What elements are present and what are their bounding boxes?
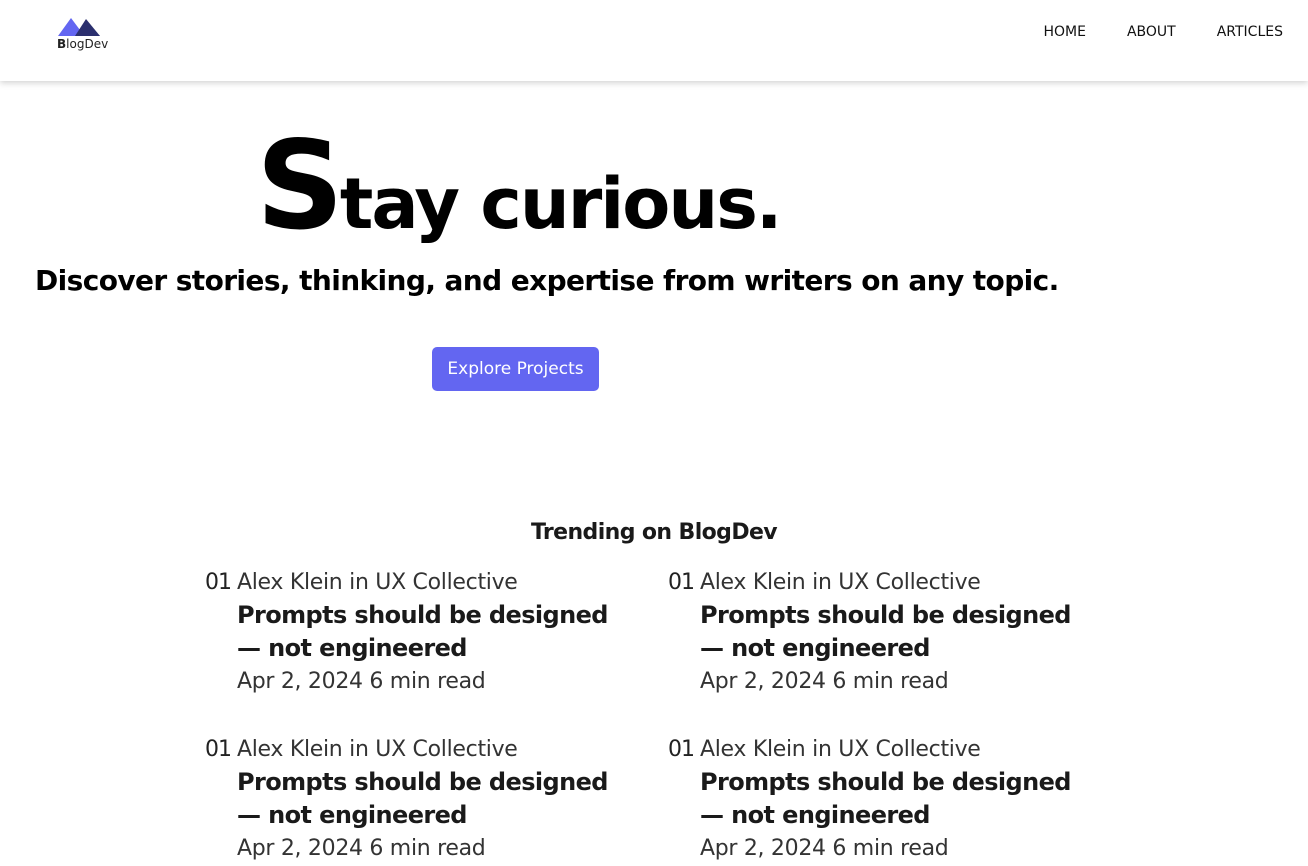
nav-home[interactable]: HOME (1043, 24, 1085, 40)
article-meta: Apr 2, 2024 6 min read (700, 669, 949, 694)
article-author[interactable]: Alex Klein in UX Collective (700, 733, 1120, 766)
article-meta: Apr 2, 2024 6 min read (237, 836, 486, 861)
trending-heading: Trending on BlogDev (530, 520, 778, 545)
article-title[interactable]: Prompts should be designed — not enginee… (700, 599, 1100, 665)
article-author[interactable]: Alex Klein in UX Collective (237, 733, 657, 766)
hero-title: Stay curious. (256, 125, 783, 247)
hero-subtitle: Discover stories, thinking, and expertis… (35, 264, 1059, 297)
hero-title-initial: S (256, 115, 344, 257)
explore-projects-button[interactable]: Explore Projects (432, 347, 599, 391)
article-meta: Apr 2, 2024 6 min read (700, 836, 949, 861)
article-author[interactable]: Alex Klein in UX Collective (700, 566, 1120, 599)
logo-text: BlogDev (57, 37, 109, 51)
article-rank: 01 (205, 570, 232, 595)
site-header: BlogDev HOME ABOUT ARTICLES (0, 0, 1308, 81)
article-title[interactable]: Prompts should be designed — not enginee… (237, 599, 637, 665)
main-nav: HOME ABOUT ARTICLES (1043, 24, 1283, 40)
nav-articles[interactable]: ARTICLES (1217, 24, 1283, 40)
article-title[interactable]: Prompts should be designed — not enginee… (700, 766, 1100, 832)
nav-about[interactable]: ABOUT (1127, 24, 1176, 40)
logo[interactable]: BlogDev (56, 14, 120, 54)
trending-article-card[interactable]: 01 Alex Klein in UX Collective Prompts s… (668, 566, 1131, 699)
trending-article-card[interactable]: 01 Alex Klein in UX Collective Prompts s… (205, 733, 668, 866)
trending-article-card[interactable]: 01 Alex Klein in UX Collective Prompts s… (205, 566, 668, 699)
hero-title-rest: tay curious. (339, 163, 783, 245)
article-meta: Apr 2, 2024 6 min read (237, 669, 486, 694)
article-author[interactable]: Alex Klein in UX Collective (237, 566, 657, 599)
trending-list: 01 Alex Klein in UX Collective Prompts s… (205, 566, 1145, 866)
article-rank: 01 (205, 737, 232, 762)
article-rank: 01 (668, 570, 695, 595)
article-rank: 01 (668, 737, 695, 762)
trending-article-card[interactable]: 01 Alex Klein in UX Collective Prompts s… (668, 733, 1131, 866)
article-title[interactable]: Prompts should be designed — not enginee… (237, 766, 637, 832)
mountain-logo-icon (58, 18, 100, 36)
